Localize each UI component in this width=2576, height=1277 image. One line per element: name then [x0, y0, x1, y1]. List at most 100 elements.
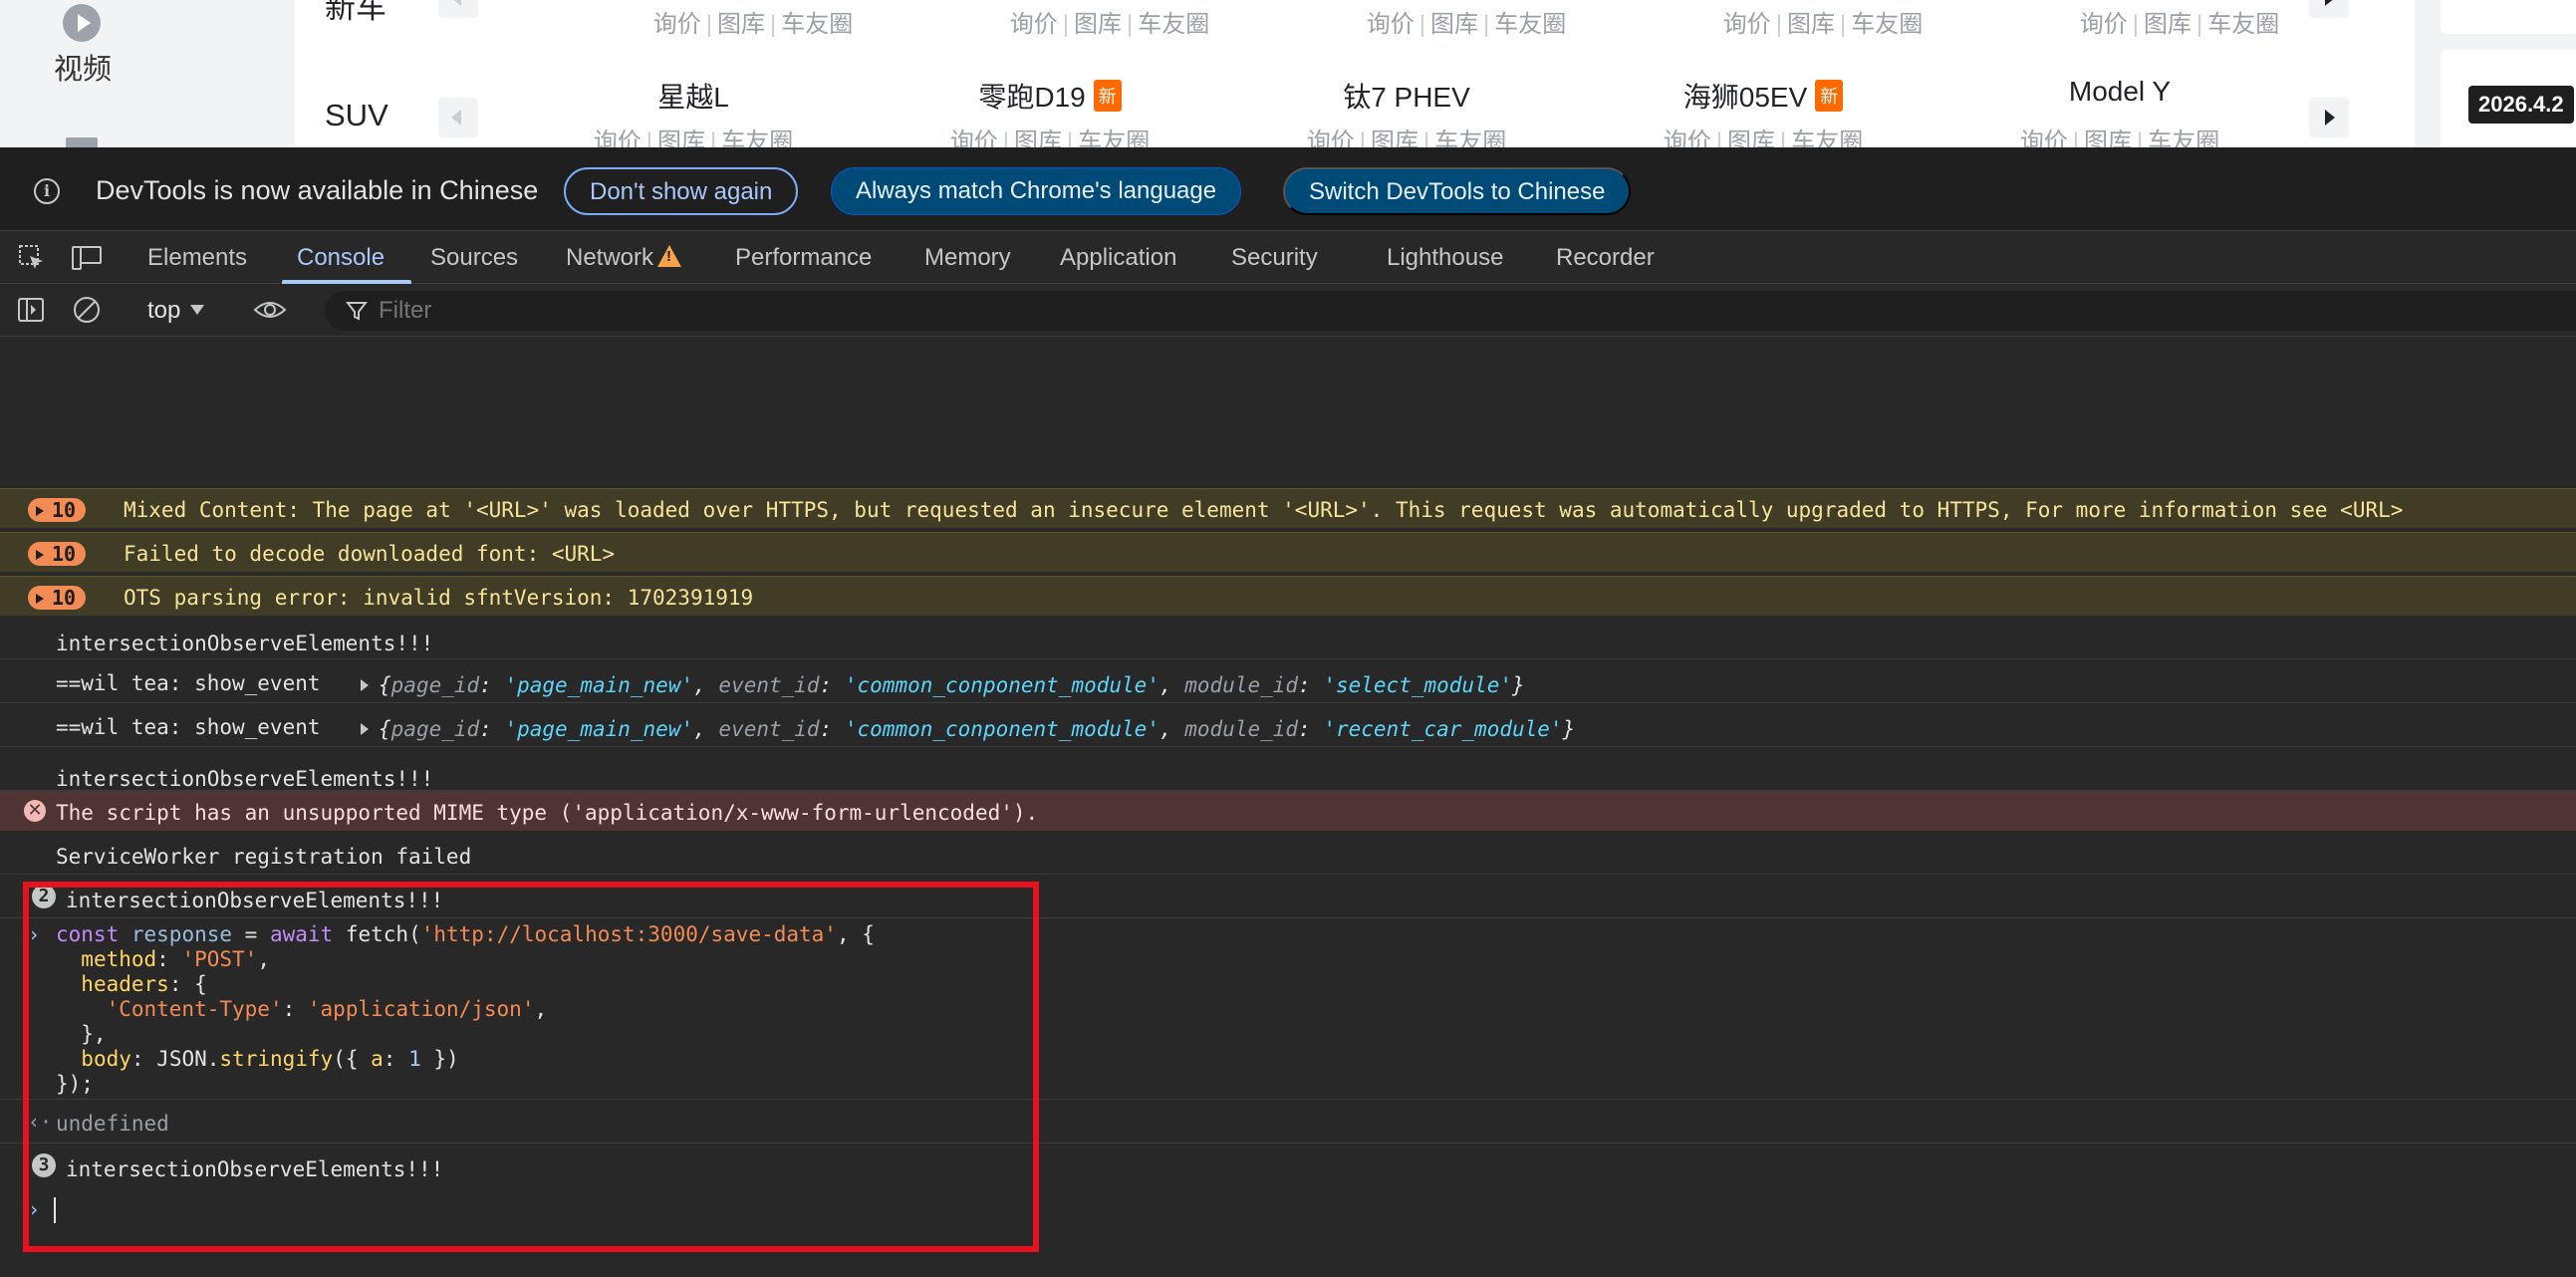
dont-show-again-button[interactable]: Don't show again: [564, 167, 799, 215]
warning-text: Mixed Content: The page at '<URL>' was l…: [124, 498, 2404, 522]
car-links: 询价 | 图库 | 车友圈: [544, 122, 843, 147]
error-text: The script has an unsupported MIME type …: [56, 801, 1039, 825]
inspect-element-icon[interactable]: [16, 242, 48, 274]
gallery-link[interactable]: 图库: [2084, 128, 2132, 147]
log-text: ==wil tea: show_event: [56, 671, 321, 695]
switch-to-chinese-button[interactable]: Switch DevTools to Chinese: [1283, 167, 1632, 215]
repeat-count-badge[interactable]: 10: [28, 542, 87, 566]
club-link[interactable]: 车友圈: [2148, 128, 2219, 147]
repeat-count-badge[interactable]: 10: [28, 498, 87, 522]
gallery-link[interactable]: 图库: [2144, 11, 2191, 38]
tab-elements[interactable]: Elements: [147, 244, 247, 272]
repeat-count-badge[interactable]: 10: [28, 586, 87, 610]
car-links: 询价 | 图库 | 车友圈: [1614, 122, 1913, 147]
console-log: intersectionObserveElements!!!: [0, 620, 2576, 659]
car-name[interactable]: 钛7 PHEV: [1257, 76, 1556, 116]
console-warning[interactable]: 10 OTS parsing error: invalid sfntVersio…: [0, 576, 2576, 616]
devtools-tabbar: Elements Console Sources Network Perform…: [0, 232, 2576, 284]
car-name[interactable]: 零跑D19 新: [901, 76, 1199, 116]
inquiry-link[interactable]: 询价: [1367, 11, 1415, 38]
tab-network[interactable]: Network: [566, 244, 682, 272]
sidebar-toggle-icon[interactable]: [16, 295, 46, 330]
club-link[interactable]: 车友圈: [781, 11, 853, 38]
log-text: intersectionObserveElements!!!: [56, 767, 434, 791]
error-icon: ✕: [24, 800, 46, 822]
car-name[interactable]: 海狮05EV 新: [1614, 76, 1913, 116]
car-links: 询价 | 图库 | 车友圈: [1257, 122, 1556, 147]
car-links: 询价 | 图库 | 车友圈: [1366, 11, 1567, 38]
gallery-link[interactable]: 图库: [1430, 11, 1478, 38]
gallery-link[interactable]: 图库: [1014, 128, 1062, 147]
car-links: 询价 | 图库 | 车友圈: [901, 122, 1199, 147]
tab-recorder[interactable]: Recorder: [1556, 244, 1655, 272]
gallery-link[interactable]: 图库: [1727, 128, 1775, 147]
expand-arrow-icon[interactable]: [361, 679, 369, 691]
club-link[interactable]: 车友圈: [1791, 128, 1863, 147]
tab-performance[interactable]: Performance: [735, 244, 872, 272]
expand-arrow-icon[interactable]: [361, 723, 369, 735]
car-name[interactable]: Model Y: [1970, 76, 2269, 108]
tab-console[interactable]: Console: [297, 244, 385, 272]
tab-memory[interactable]: Memory: [924, 244, 1011, 272]
club-link[interactable]: 车友圈: [1078, 128, 1150, 147]
info-icon: i: [34, 178, 60, 204]
object-preview[interactable]: {page_id: 'page_main_new', event_id: 'co…: [361, 673, 1525, 697]
inquiry-link[interactable]: 询价: [2080, 11, 2128, 38]
club-link[interactable]: 车友圈: [1138, 11, 1209, 38]
inquiry-link[interactable]: 询价: [594, 128, 642, 147]
object-preview[interactable]: {page_id: 'page_main_new', event_id: 'co…: [361, 717, 1575, 741]
club-link[interactable]: 车友圈: [721, 128, 793, 147]
suv-prev-arrow-icon[interactable]: [438, 98, 478, 137]
warning-text: Failed to decode downloaded font: <URL>: [124, 542, 616, 566]
live-expression-eye-icon[interactable]: [253, 295, 287, 330]
console-error[interactable]: ✕ The script has an unsupported MIME typ…: [0, 791, 2576, 831]
inquiry-link[interactable]: 询价: [1307, 128, 1355, 147]
device-toolbar-icon[interactable]: [70, 242, 102, 274]
inquiry-link[interactable]: 询价: [653, 11, 701, 38]
car-links: 询价 | 图库 | 车友圈: [1009, 11, 1210, 38]
row-label-suv: SUV: [325, 98, 388, 132]
tab-lighthouse[interactable]: Lighthouse: [1387, 244, 1503, 272]
inquiry-link[interactable]: 询价: [1664, 128, 1711, 147]
car-links: 询价 | 图库 | 车友圈: [1970, 122, 2269, 147]
console-warning[interactable]: 10 Mixed Content: The page at '<URL>' wa…: [0, 488, 2576, 528]
gallery-link[interactable]: 图库: [1787, 11, 1835, 38]
right-card: [2441, 0, 2576, 34]
filter-input[interactable]: [379, 297, 777, 325]
gallery-link[interactable]: 图库: [1371, 128, 1418, 147]
log-text: ==wil tea: show_event: [56, 715, 321, 739]
club-link[interactable]: 车友圈: [1434, 128, 1506, 147]
club-link[interactable]: 车友圈: [1494, 11, 1566, 38]
inquiry-link[interactable]: 询价: [1010, 11, 1058, 38]
tab-sources[interactable]: Sources: [430, 244, 518, 272]
right-column: 2026.4.2: [2415, 0, 2576, 147]
gallery-link[interactable]: 图库: [717, 11, 765, 38]
car-name[interactable]: 星越L: [544, 76, 843, 116]
console-log-object[interactable]: ==wil tea: show_event {page_id: 'page_ma…: [0, 703, 2576, 747]
inquiry-link[interactable]: 询价: [2020, 128, 2068, 147]
gallery-link[interactable]: 图库: [1074, 11, 1122, 38]
car-rank-table: 新车 询价 | 图库 | 车友圈 询价 | 图库 | 车友圈 询价 | 图库 | 车友圈 询价 | 图库 | 车…: [295, 0, 2415, 147]
tab-security[interactable]: Security: [1231, 244, 1318, 272]
nav-video-label[interactable]: 视频: [54, 46, 112, 88]
warning-text: OTS parsing error: invalid sfntVersion: …: [124, 586, 754, 610]
row-label-new-car: 新车: [325, 0, 386, 25]
row-prev-arrow-icon[interactable]: [438, 0, 478, 18]
gallery-link[interactable]: 图库: [657, 128, 705, 147]
club-link[interactable]: 车友圈: [2207, 11, 2279, 38]
inquiry-link[interactable]: 询价: [1723, 11, 1771, 38]
inquiry-link[interactable]: 询价: [950, 128, 998, 147]
suv-next-arrow-icon[interactable]: [2309, 98, 2349, 137]
always-match-language-button[interactable]: Always match Chrome's language: [831, 167, 1242, 215]
video-play-icon[interactable]: [63, 4, 101, 42]
console-warning[interactable]: 10 Failed to decode downloaded font: <UR…: [0, 532, 2576, 572]
warning-icon: [657, 245, 682, 267]
clear-console-icon[interactable]: [72, 295, 102, 330]
tab-application[interactable]: Application: [1060, 244, 1176, 272]
console-log: ServiceWorker registration failed: [0, 831, 2576, 875]
console-log-object[interactable]: ==wil tea: show_event {page_id: 'page_ma…: [0, 659, 2576, 703]
context-selector[interactable]: top: [147, 297, 205, 325]
filter-field[interactable]: [325, 291, 2576, 331]
club-link[interactable]: 车友圈: [1851, 11, 1923, 38]
car-links: 询价 | 图库 | 车友圈: [2079, 11, 2280, 38]
